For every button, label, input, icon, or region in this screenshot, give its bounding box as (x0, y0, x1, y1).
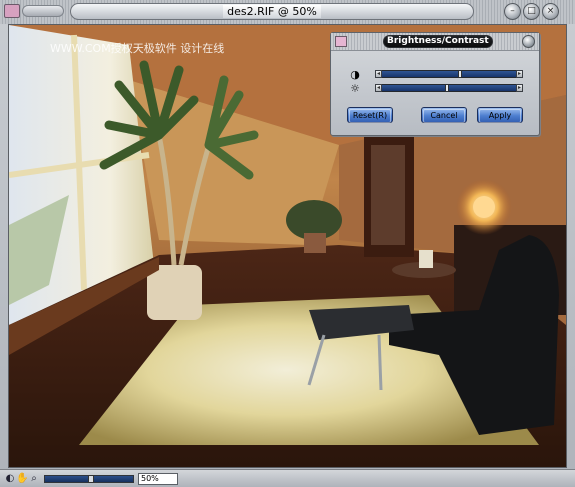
zoom-slider-thumb[interactable] (88, 475, 94, 483)
contrast-icon: ◑ (350, 68, 360, 81)
slider-right-arrow-icon[interactable]: ▸ (516, 70, 523, 78)
slider-left-arrow-icon[interactable]: ◂ (375, 84, 382, 92)
slider-left-arrow-icon[interactable]: ◂ (375, 70, 382, 78)
close-button[interactable]: × (542, 3, 559, 20)
window-title: des2.RIF @ 50% (223, 5, 321, 18)
brightness-slider[interactable]: ◂ ▸ (375, 84, 523, 92)
zoom-slider[interactable] (44, 475, 134, 483)
info-icon[interactable]: ◐ (4, 473, 16, 485)
reset-button[interactable]: Reset(R) (347, 107, 393, 123)
zoom-tool-icon[interactable]: ⌕ (28, 473, 40, 485)
maximize-button[interactable]: □ (523, 3, 540, 20)
brightness-icon: ☼ (350, 82, 360, 95)
contrast-slider-thumb[interactable] (458, 70, 463, 78)
watermark-text: WWW.COM授权天极软件 设计在线 (50, 42, 225, 55)
contrast-slider[interactable]: ◂ ▸ (375, 70, 523, 78)
brightness-contrast-dialog: Brightness/Contrast ◑ ◂ ▸ ☼ ◂ ▸ Reset(R)… (330, 32, 540, 136)
zoom-level-field[interactable]: 50% (138, 473, 178, 485)
brightness-slider-thumb[interactable] (445, 84, 450, 92)
apply-button[interactable]: Apply (477, 107, 523, 123)
cancel-button[interactable]: Cancel (421, 107, 467, 123)
title-pill: des2.RIF @ 50% (70, 3, 474, 20)
hand-tool-icon[interactable]: ✋ (16, 473, 28, 485)
app-menu-icon[interactable] (4, 4, 20, 18)
dialog-title: Brightness/Contrast (387, 36, 489, 46)
status-bar: ◐ ✋ ⌕ 50% (0, 469, 575, 487)
app-window: des2.RIF @ 50% – □ × WWW.COM授权天极软件 设计在线 … (0, 0, 575, 487)
slider-right-arrow-icon[interactable]: ▸ (516, 84, 523, 92)
dialog-title-bar[interactable]: Brightness/Contrast (331, 33, 539, 51)
dialog-icon (335, 36, 347, 47)
title-bar-grip (22, 5, 64, 17)
title-bar[interactable]: des2.RIF @ 50% – □ × (0, 0, 575, 24)
dialog-close-button[interactable] (522, 35, 535, 48)
minimize-button[interactable]: – (504, 3, 521, 20)
